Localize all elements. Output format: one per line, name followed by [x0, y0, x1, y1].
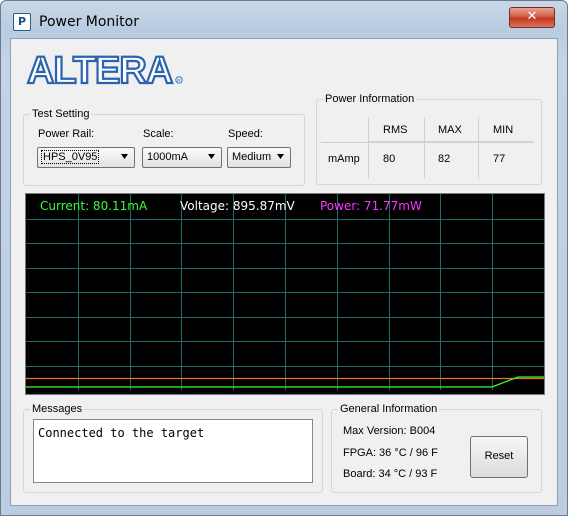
current-readout: Current: 80.11mA	[40, 199, 148, 213]
speed-label: Speed:	[228, 128, 263, 140]
power-rail-value: HPS_0V95	[40, 150, 100, 164]
max-version-text: Max Version: B004	[343, 425, 436, 437]
altera-logo-text: ALTERA	[27, 51, 173, 87]
speed-select[interactable]: Medium	[227, 147, 291, 168]
power-monitor-window: P Power Monitor ✕ ALTERA R Test Setting …	[0, 0, 568, 516]
reset-button[interactable]: Reset	[470, 436, 528, 478]
title-bar[interactable]: P Power Monitor ✕	[1, 1, 567, 37]
chevron-down-icon	[277, 154, 284, 159]
fpga-temp-text: FPGA: 36 °C / 96 F	[343, 447, 438, 459]
test-setting-title: Test Setting	[30, 108, 92, 120]
board-temp-text: Board: 34 °C / 93 F	[343, 468, 438, 480]
scale-value: 1000mA	[147, 151, 188, 163]
scale-select[interactable]: 1000mA	[142, 147, 222, 168]
power-readout: Power: 71.77mW	[320, 199, 422, 213]
messages-textbox[interactable]: Connected to the target	[33, 419, 313, 483]
voltage-readout: Voltage: 895.87mV	[180, 199, 295, 213]
min-header: MIN	[493, 124, 514, 136]
messages-title: Messages	[30, 403, 85, 415]
power-rail-label: Power Rail:	[38, 128, 95, 140]
min-value: 77	[493, 153, 506, 165]
speed-value: Medium	[232, 151, 272, 163]
client-area: ALTERA R Test Setting Power Rail: Scale:…	[10, 38, 558, 506]
message-text: Connected to the target	[38, 426, 205, 440]
scale-label: Scale:	[143, 128, 174, 140]
general-information-title: General Information	[338, 403, 440, 415]
close-button[interactable]: ✕	[509, 7, 555, 28]
rms-value: 80	[383, 153, 396, 165]
max-header: MAX	[438, 124, 462, 136]
chevron-down-icon	[121, 154, 128, 159]
max-value: 82	[438, 153, 451, 165]
altera-logo: ALTERA R	[26, 51, 183, 87]
rms-header: RMS	[383, 124, 408, 136]
power-chart-plot	[26, 194, 544, 390]
window-title: Power Monitor	[39, 14, 139, 30]
power-rail-select[interactable]: HPS_0V95	[37, 147, 135, 168]
chevron-down-icon	[208, 154, 215, 159]
power-chart: Current: 80.11mA Voltage: 895.87mV Power…	[25, 193, 545, 395]
power-info-table-lines	[321, 117, 534, 179]
mamp-row-label: mAmp	[328, 153, 360, 165]
app-icon: P	[13, 13, 31, 31]
